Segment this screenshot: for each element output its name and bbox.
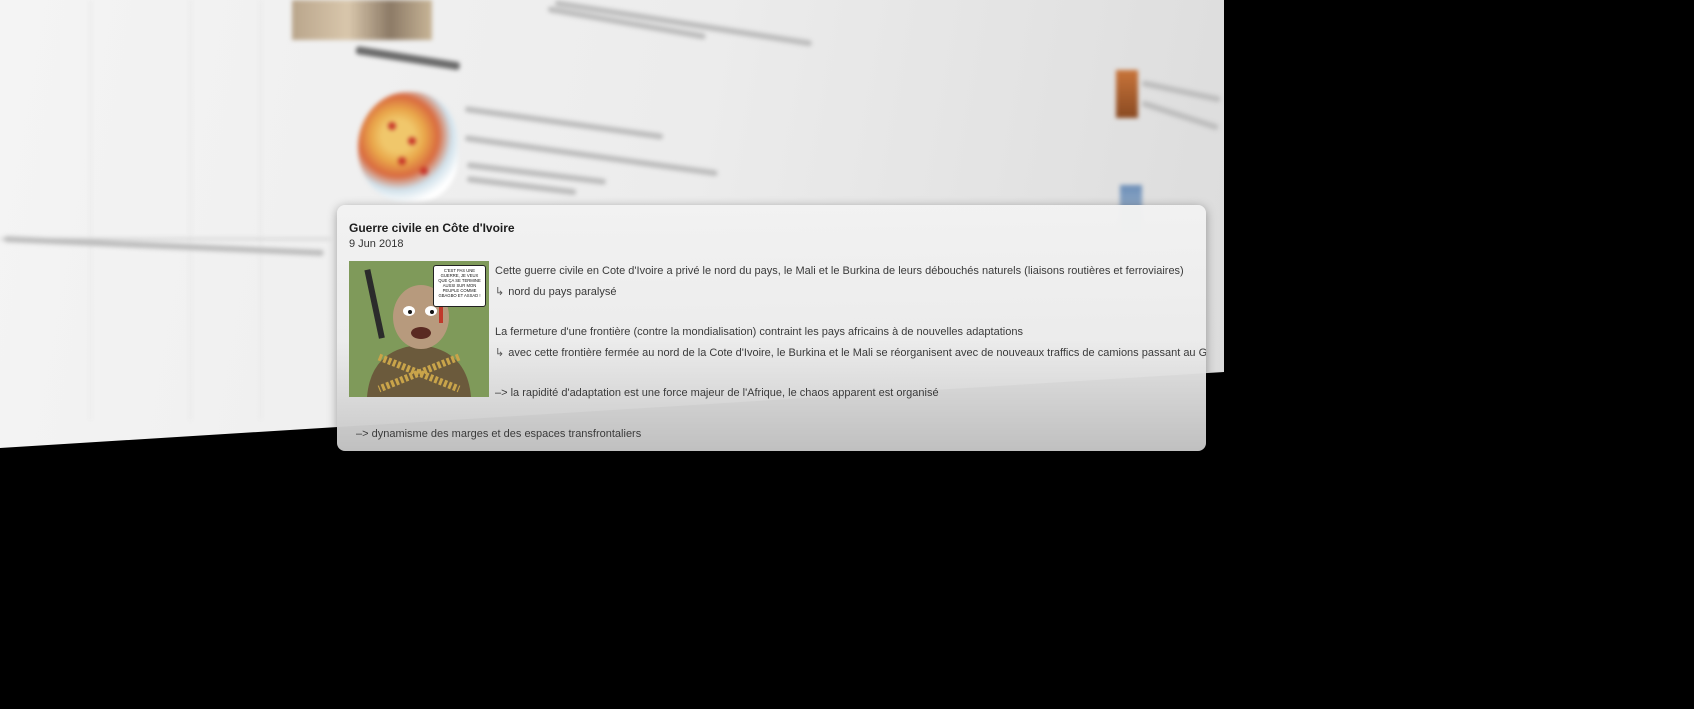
description-line-1: Cette guerre civile en Cote d'Ivoire a p… — [495, 265, 1184, 277]
sub-arrow-icon: ↳ — [495, 286, 505, 298]
cartoon-soldier-icon: C'EST PAS UNE GUERRE, JE VEUX QUE ÇA SE … — [349, 261, 489, 397]
gridline — [90, 0, 91, 420]
blurred-text — [1141, 80, 1221, 103]
blurred-thumbnail — [292, 0, 432, 40]
gridline — [260, 0, 261, 420]
map-dot — [408, 137, 416, 145]
gridline — [190, 0, 191, 420]
event-title: Guerre civile en Côte d'Ivoire — [349, 221, 515, 235]
description-subline-2: ↳ avec cette frontière fermée au nord de … — [495, 346, 1206, 359]
description-line-2: La fermeture d'une frontière (contre la … — [495, 326, 1023, 338]
map-dot — [420, 167, 428, 175]
blurred-side-thumbnail — [1116, 70, 1138, 118]
event-detail-card: Guerre civile en Côte d'Ivoire 9 Jun 201… — [337, 205, 1206, 451]
blurred-heading — [355, 46, 461, 71]
sub-text: avec cette frontière fermée au nord de l… — [508, 347, 1206, 359]
conclusion-line-1: –> la rapidité d'adaptation est une forc… — [495, 387, 939, 399]
sub-arrow-icon: ↳ — [495, 347, 505, 359]
description-subline-1: ↳ nord du pays paralysé — [495, 285, 616, 298]
blurred-text — [464, 106, 664, 140]
conclusion-line-2: –> dynamisme des marges et des espaces t… — [356, 428, 642, 440]
map-dot — [398, 157, 406, 165]
event-date: 9 Jun 2018 — [349, 238, 404, 250]
speech-bubble: C'EST PAS UNE GUERRE, JE VEUX QUE ÇA SE … — [433, 265, 486, 307]
blurred-africa-map — [358, 92, 458, 202]
blurred-text — [1141, 100, 1220, 131]
map-dot — [388, 122, 396, 130]
sub-text: nord du pays paralysé — [508, 286, 617, 298]
blurred-text — [554, 0, 813, 47]
